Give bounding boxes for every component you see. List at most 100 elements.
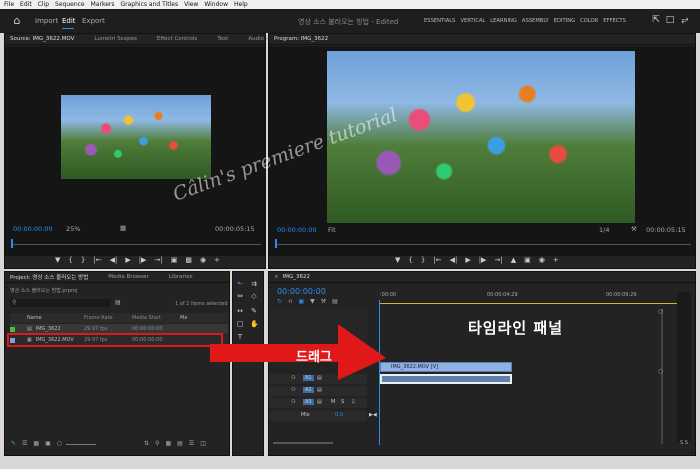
tab-import[interactable]: Import <box>35 17 58 25</box>
workspace-editing[interactable]: EDITING <box>554 18 575 24</box>
fullscreen-icon[interactable]: ⥂ <box>679 14 691 27</box>
razor-tool-icon[interactable]: ◇ <box>250 292 258 300</box>
step-forward-icon[interactable]: |▶ <box>139 256 147 264</box>
workspace-learning[interactable]: LEARNING <box>490 18 517 24</box>
work-area-bar[interactable] <box>379 303 679 304</box>
wrench-icon[interactable]: ⚒ <box>631 225 637 233</box>
go-to-in-icon[interactable]: |← <box>93 256 101 264</box>
audio-clip[interactable] <box>380 374 512 384</box>
menu-sequence[interactable]: Sequence <box>55 1 85 8</box>
play-icon[interactable]: ▶ <box>465 256 470 264</box>
mark-out-icon[interactable]: } <box>81 256 85 264</box>
tab-program[interactable]: Program: IMG_3622 <box>274 36 328 42</box>
tab-libraries[interactable]: Libraries <box>169 274 193 280</box>
workspace-color[interactable]: COLOR <box>580 18 598 24</box>
program-scrubber[interactable] <box>275 244 691 245</box>
track-a3-label[interactable]: A3 <box>303 399 314 405</box>
menu-file[interactable]: File <box>4 1 14 8</box>
source-timecode[interactable]: 00:00:00:00 <box>13 225 53 233</box>
column-frame-rate[interactable]: Frame Rate <box>84 315 132 321</box>
play-icon[interactable]: ▶ <box>125 256 130 264</box>
lock-icon[interactable]: ⚇ <box>291 399 295 405</box>
timeline-settings-icon[interactable]: ⚒ <box>321 298 326 305</box>
voiceover-icon[interactable]: ♫ <box>351 399 355 405</box>
step-back-icon[interactable]: ◀| <box>450 256 458 264</box>
freeform-view-icon[interactable]: ▣ <box>45 440 51 447</box>
audio-meter-solo-labels[interactable]: S S <box>680 440 688 446</box>
mark-out-icon[interactable]: } <box>421 256 425 264</box>
pencil-icon[interactable]: ✎ <box>11 440 16 447</box>
scroll-handle-middle[interactable]: ○ <box>658 368 663 375</box>
captions-icon[interactable]: ▤ <box>332 298 338 305</box>
tab-lumetri-scopes[interactable]: Lumetri Scopes <box>94 36 137 42</box>
zoom-slider-handle[interactable]: ○ <box>57 440 62 447</box>
mix-value[interactable]: 0.0 <box>335 412 343 418</box>
trash-icon[interactable]: ◫ <box>200 440 206 447</box>
project-search-input[interactable]: ⚲ <box>10 299 110 307</box>
insert-icon[interactable]: ▣ <box>171 256 178 264</box>
share-icon[interactable]: ⇱ <box>650 14 662 27</box>
tab-media-browser[interactable]: Media Browser <box>108 274 149 280</box>
tab-edit[interactable]: Edit <box>62 17 76 25</box>
go-to-out-icon[interactable]: →| <box>154 256 162 264</box>
mute-button[interactable]: M <box>331 399 335 405</box>
add-icon[interactable]: + <box>553 256 559 264</box>
menu-window[interactable]: Window <box>204 1 228 8</box>
workspace-assembly[interactable]: ASSEMBLY <box>522 18 549 24</box>
video-clip[interactable]: IMG_3622.MOV [V] <box>380 362 512 372</box>
icon-view-icon[interactable]: ▦ <box>33 440 39 447</box>
scroll-handle-top[interactable]: ○ <box>658 308 663 315</box>
nest-icon[interactable]: ↻ <box>277 298 282 305</box>
tab-export[interactable]: Export <box>82 17 105 25</box>
step-back-icon[interactable]: ◀| <box>110 256 118 264</box>
extract-icon[interactable]: ▣ <box>524 256 531 264</box>
timeline-zoom-scrollbar[interactable] <box>273 442 333 444</box>
mark-in-icon[interactable]: { <box>68 256 72 264</box>
menu-help[interactable]: Help <box>234 1 248 8</box>
ripple-edit-tool-icon[interactable]: ⇔ <box>236 292 244 300</box>
program-playhead[interactable] <box>275 239 277 248</box>
workspace-vertical[interactable]: VERTICAL <box>460 18 485 24</box>
selection-tool-icon[interactable]: ⬑ <box>236 280 244 288</box>
column-media-start[interactable]: Media Start <box>132 315 180 321</box>
menu-clip[interactable]: Clip <box>38 1 49 8</box>
marker-icon[interactable]: ▼ <box>55 256 60 264</box>
source-playhead[interactable] <box>11 239 13 248</box>
camera-icon[interactable]: ◉ <box>200 256 206 264</box>
program-fit-select[interactable]: Fit <box>328 226 336 234</box>
lift-icon[interactable]: ▲ <box>511 256 516 264</box>
pen-tool-icon[interactable]: ✎ <box>250 307 258 315</box>
menu-edit[interactable]: Edit <box>20 1 32 8</box>
settings-icon[interactable]: ▦ <box>120 224 126 232</box>
tab-text[interactable]: Text <box>217 36 228 42</box>
step-forward-icon[interactable]: |▶ <box>479 256 487 264</box>
track-select-tool-icon[interactable]: ⇉ <box>250 280 258 288</box>
timeline-vertical-scrollbar[interactable] <box>661 309 663 444</box>
program-timecode[interactable]: 00:00:00:00 <box>277 226 317 234</box>
tab-project[interactable]: Project: 영상 소스 불러오는 방법 <box>10 273 88 281</box>
source-scrubber[interactable] <box>11 244 261 245</box>
tab-sequence[interactable]: IMG_3622 <box>283 274 310 280</box>
close-icon[interactable]: × <box>274 274 279 280</box>
find-icon[interactable]: ⚲ <box>155 440 159 447</box>
column-name[interactable]: Name <box>10 315 84 321</box>
go-to-in-icon[interactable]: |← <box>433 256 441 264</box>
zoom-slider-track[interactable] <box>66 444 97 445</box>
menu-view[interactable]: View <box>184 1 198 8</box>
mark-in-icon[interactable]: { <box>408 256 412 264</box>
tab-source[interactable]: Source: IMG_3622.MOV <box>10 36 74 42</box>
overwrite-icon[interactable]: ▩ <box>185 256 192 264</box>
list-icon[interactable]: ☰ <box>189 440 194 447</box>
add-marker-icon[interactable]: ▼ <box>310 298 315 305</box>
home-icon[interactable]: ⌂ <box>10 14 24 28</box>
timeline-timecode[interactable]: 00:00:00:00 <box>277 287 326 296</box>
new-item-icon[interactable]: ▤ <box>177 440 183 447</box>
solo-button[interactable]: S <box>341 399 344 405</box>
marker-icon[interactable]: ▼ <box>395 256 400 264</box>
source-zoom-select[interactable]: 25% <box>66 225 80 233</box>
program-resolution-select[interactable]: 1/4 <box>599 226 609 234</box>
list-view-icon[interactable]: ☰ <box>22 440 27 447</box>
slip-tool-icon[interactable]: ↔ <box>236 307 244 315</box>
workspace-effects[interactable]: EFFECTS <box>603 18 626 24</box>
new-bin-icon[interactable]: ▤ <box>115 299 121 306</box>
